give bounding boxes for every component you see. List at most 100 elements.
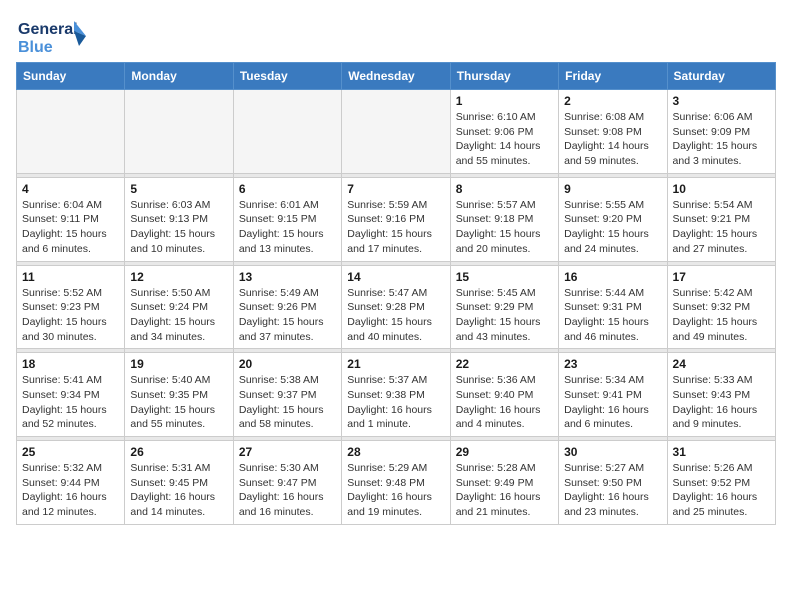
calendar-cell: 27 Sunrise: 5:30 AM Sunset: 9:47 PM Dayli… [233, 441, 341, 525]
calendar-cell: 3 Sunrise: 6:06 AM Sunset: 9:09 PM Daylig… [667, 90, 775, 174]
day-info: Sunrise: 6:01 AM Sunset: 9:15 PM Dayligh… [239, 198, 336, 257]
calendar-cell: 10Sunrise: 5:54 AM Sunset: 9:21 PM Dayli… [667, 177, 775, 261]
calendar-cell [233, 90, 341, 174]
calendar-cell: 16Sunrise: 5:44 AM Sunset: 9:31 PM Dayli… [559, 265, 667, 349]
day-info: Sunrise: 5:59 AM Sunset: 9:16 PM Dayligh… [347, 198, 444, 257]
header-friday: Friday [559, 63, 667, 90]
svg-text:General: General [18, 21, 78, 38]
logo: GeneralBlue [16, 16, 86, 58]
calendar-week-4: 18 Sunrise: 5:41 AM Sunset: 9:34 PM Dayli… [17, 353, 776, 437]
day-number: 4 [22, 182, 119, 196]
calendar: SundayMondayTuesdayWednesdayThursdayFrid… [16, 62, 776, 525]
header-thursday: Thursday [450, 63, 558, 90]
calendar-cell: 12Sunrise: 5:50 AM Sunset: 9:24 PM Dayli… [125, 265, 233, 349]
day-info: Sunrise: 6:06 AM Sunset: 9:09 PM Dayligh… [673, 110, 770, 169]
header-sunday: Sunday [17, 63, 125, 90]
day-number: 5 [130, 182, 227, 196]
day-number: 13 [239, 270, 336, 284]
calendar-cell: 11Sunrise: 5:52 AM Sunset: 9:23 PM Dayli… [17, 265, 125, 349]
calendar-cell: 24 Sunrise: 5:33 AM Sunset: 9:43 PM Dayli… [667, 353, 775, 437]
calendar-cell: 8Sunrise: 5:57 AM Sunset: 9:18 PM Daylig… [450, 177, 558, 261]
calendar-week-1: 1 Sunrise: 6:10 AM Sunset: 9:06 PM Daylig… [17, 90, 776, 174]
calendar-cell: 23Sunrise: 5:34 AM Sunset: 9:41 PM Dayli… [559, 353, 667, 437]
day-info: Sunrise: 6:08 AM Sunset: 9:08 PM Dayligh… [564, 110, 661, 169]
day-info: Sunrise: 5:34 AM Sunset: 9:41 PM Dayligh… [564, 373, 661, 432]
calendar-cell: 9 Sunrise: 5:55 AM Sunset: 9:20 PM Daylig… [559, 177, 667, 261]
day-number: 10 [673, 182, 770, 196]
calendar-cell: 20Sunrise: 5:38 AM Sunset: 9:37 PM Dayli… [233, 353, 341, 437]
calendar-header-row: SundayMondayTuesdayWednesdayThursdayFrid… [17, 63, 776, 90]
calendar-cell: 15 Sunrise: 5:45 AM Sunset: 9:29 PM Dayli… [450, 265, 558, 349]
page-header: GeneralBlue [16, 16, 776, 58]
day-info: Sunrise: 5:33 AM Sunset: 9:43 PM Dayligh… [673, 373, 770, 432]
day-info: Sunrise: 5:40 AM Sunset: 9:35 PM Dayligh… [130, 373, 227, 432]
calendar-cell [125, 90, 233, 174]
day-info: Sunrise: 5:28 AM Sunset: 9:49 PM Dayligh… [456, 461, 553, 520]
day-number: 29 [456, 445, 553, 459]
day-number: 12 [130, 270, 227, 284]
day-number: 15 [456, 270, 553, 284]
calendar-cell: 31 Sunrise: 5:26 AM Sunset: 9:52 PM Dayli… [667, 441, 775, 525]
header-wednesday: Wednesday [342, 63, 450, 90]
day-info: Sunrise: 5:36 AM Sunset: 9:40 PM Dayligh… [456, 373, 553, 432]
day-number: 16 [564, 270, 661, 284]
day-number: 31 [673, 445, 770, 459]
svg-text:Blue: Blue [18, 39, 53, 56]
day-info: Sunrise: 5:27 AM Sunset: 9:50 PM Dayligh… [564, 461, 661, 520]
day-number: 11 [22, 270, 119, 284]
day-number: 24 [673, 357, 770, 371]
calendar-cell: 19 Sunrise: 5:40 AM Sunset: 9:35 PM Dayli… [125, 353, 233, 437]
calendar-cell: 5 Sunrise: 6:03 AM Sunset: 9:13 PM Daylig… [125, 177, 233, 261]
header-monday: Monday [125, 63, 233, 90]
day-info: Sunrise: 6:10 AM Sunset: 9:06 PM Dayligh… [456, 110, 553, 169]
day-info: Sunrise: 5:31 AM Sunset: 9:45 PM Dayligh… [130, 461, 227, 520]
day-number: 19 [130, 357, 227, 371]
calendar-cell: 17 Sunrise: 5:42 AM Sunset: 9:32 PM Dayli… [667, 265, 775, 349]
day-number: 26 [130, 445, 227, 459]
day-number: 27 [239, 445, 336, 459]
day-number: 14 [347, 270, 444, 284]
day-info: Sunrise: 5:29 AM Sunset: 9:48 PM Dayligh… [347, 461, 444, 520]
day-info: Sunrise: 5:49 AM Sunset: 9:26 PM Dayligh… [239, 286, 336, 345]
calendar-cell [342, 90, 450, 174]
calendar-cell [17, 90, 125, 174]
calendar-cell: 2Sunrise: 6:08 AM Sunset: 9:08 PM Daylig… [559, 90, 667, 174]
day-info: Sunrise: 5:37 AM Sunset: 9:38 PM Dayligh… [347, 373, 444, 432]
day-number: 6 [239, 182, 336, 196]
day-info: Sunrise: 5:32 AM Sunset: 9:44 PM Dayligh… [22, 461, 119, 520]
calendar-cell: 13 Sunrise: 5:49 AM Sunset: 9:26 PM Dayli… [233, 265, 341, 349]
calendar-cell: 21 Sunrise: 5:37 AM Sunset: 9:38 PM Dayli… [342, 353, 450, 437]
day-info: Sunrise: 5:30 AM Sunset: 9:47 PM Dayligh… [239, 461, 336, 520]
calendar-cell: 28Sunrise: 5:29 AM Sunset: 9:48 PM Dayli… [342, 441, 450, 525]
day-info: Sunrise: 6:03 AM Sunset: 9:13 PM Dayligh… [130, 198, 227, 257]
calendar-cell: 22Sunrise: 5:36 AM Sunset: 9:40 PM Dayli… [450, 353, 558, 437]
day-info: Sunrise: 5:38 AM Sunset: 9:37 PM Dayligh… [239, 373, 336, 432]
day-info: Sunrise: 5:42 AM Sunset: 9:32 PM Dayligh… [673, 286, 770, 345]
day-number: 18 [22, 357, 119, 371]
calendar-cell: 25 Sunrise: 5:32 AM Sunset: 9:44 PM Dayli… [17, 441, 125, 525]
calendar-cell: 1 Sunrise: 6:10 AM Sunset: 9:06 PM Daylig… [450, 90, 558, 174]
day-info: Sunrise: 5:45 AM Sunset: 9:29 PM Dayligh… [456, 286, 553, 345]
day-number: 9 [564, 182, 661, 196]
calendar-cell: 29 Sunrise: 5:28 AM Sunset: 9:49 PM Dayli… [450, 441, 558, 525]
day-number: 1 [456, 94, 553, 108]
day-info: Sunrise: 5:47 AM Sunset: 9:28 PM Dayligh… [347, 286, 444, 345]
day-info: Sunrise: 5:55 AM Sunset: 9:20 PM Dayligh… [564, 198, 661, 257]
logo-svg: GeneralBlue [16, 16, 86, 58]
calendar-cell: 30Sunrise: 5:27 AM Sunset: 9:50 PM Dayli… [559, 441, 667, 525]
day-number: 7 [347, 182, 444, 196]
day-info: Sunrise: 6:04 AM Sunset: 9:11 PM Dayligh… [22, 198, 119, 257]
day-info: Sunrise: 5:26 AM Sunset: 9:52 PM Dayligh… [673, 461, 770, 520]
calendar-week-2: 4 Sunrise: 6:04 AM Sunset: 9:11 PM Daylig… [17, 177, 776, 261]
day-number: 17 [673, 270, 770, 284]
calendar-cell: 26 Sunrise: 5:31 AM Sunset: 9:45 PM Dayli… [125, 441, 233, 525]
calendar-cell: 18 Sunrise: 5:41 AM Sunset: 9:34 PM Dayli… [17, 353, 125, 437]
calendar-cell: 4 Sunrise: 6:04 AM Sunset: 9:11 PM Daylig… [17, 177, 125, 261]
day-number: 25 [22, 445, 119, 459]
day-number: 3 [673, 94, 770, 108]
calendar-week-3: 11Sunrise: 5:52 AM Sunset: 9:23 PM Dayli… [17, 265, 776, 349]
header-tuesday: Tuesday [233, 63, 341, 90]
day-number: 21 [347, 357, 444, 371]
day-info: Sunrise: 5:57 AM Sunset: 9:18 PM Dayligh… [456, 198, 553, 257]
day-info: Sunrise: 5:41 AM Sunset: 9:34 PM Dayligh… [22, 373, 119, 432]
